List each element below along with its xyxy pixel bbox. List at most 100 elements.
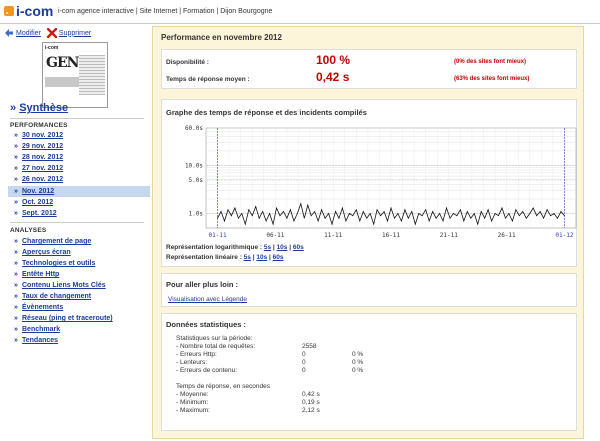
day-link[interactable]: 28 nov. 2012 <box>22 154 63 161</box>
data-point <box>355 209 357 211</box>
data-point <box>328 213 329 214</box>
analysis-item[interactable]: Technologies et outils <box>14 258 150 269</box>
month-link[interactable]: Nov. 2012 <box>22 188 54 195</box>
data-point <box>543 217 544 219</box>
data-point <box>238 217 239 219</box>
main-panel: Performance en novembre 2012 Disponibili… <box>152 26 584 439</box>
data-point <box>456 215 458 217</box>
analysis-item[interactable]: Contenu Liens Mots Clés <box>14 280 150 291</box>
month-item[interactable]: Oct. 2012 <box>14 197 150 208</box>
data-point <box>265 220 267 222</box>
data-point <box>505 217 506 219</box>
availability-label: Disponibilité : <box>166 59 209 66</box>
legend-visualisation-link[interactable]: Visualisation avec Légende <box>168 296 247 303</box>
data-point <box>383 211 385 212</box>
response-label: Temps de réponse moyen : <box>166 76 250 83</box>
data-point <box>279 215 281 217</box>
divider <box>10 118 144 119</box>
data-point <box>501 207 503 209</box>
analysis-link[interactable]: Réseau (ping et traceroute) <box>22 315 113 322</box>
data-point <box>494 213 496 214</box>
data-point <box>397 213 399 214</box>
day-link[interactable]: 27 nov. 2012 <box>22 165 63 172</box>
x-tick-label: 11-11 <box>324 232 342 239</box>
log-60s-link[interactable]: 60s <box>293 244 304 251</box>
log-5s-link[interactable]: 5s <box>264 244 271 251</box>
synthese-chevron-icon: » <box>10 102 20 114</box>
analysis-item[interactable]: Aperçus écran <box>14 247 150 258</box>
logo[interactable]: i-com <box>16 3 53 19</box>
data-point <box>342 207 343 209</box>
day-item[interactable]: 27 nov. 2012 <box>14 163 150 174</box>
day-item[interactable]: 29 nov. 2012 <box>14 141 150 152</box>
modify-button[interactable]: Modifier <box>4 28 41 38</box>
analysis-item[interactable]: Entête Http <box>14 269 150 280</box>
data-point <box>303 217 305 219</box>
data-point <box>373 223 375 225</box>
data-point <box>241 213 243 214</box>
x-tick-label: 16-11 <box>382 232 400 239</box>
data-point <box>248 209 250 211</box>
analysis-link[interactable]: Contenu Liens Mots Clés <box>22 282 106 289</box>
analysis-item[interactable]: Tendances <box>14 335 150 346</box>
log-representation: Représentation logarithmique : 5s | 10s … <box>166 244 304 251</box>
data-point <box>522 211 524 212</box>
month-item[interactable]: Nov. 2012 <box>8 186 150 197</box>
performances-title: PERFORMANCES <box>10 122 68 129</box>
day-link[interactable]: 29 nov. 2012 <box>22 143 63 150</box>
month-link[interactable]: Sept. 2012 <box>22 210 57 217</box>
analysis-link[interactable]: Chargement de page <box>22 238 91 245</box>
analysis-link[interactable]: Taux de changement <box>22 293 91 300</box>
site-actions: Modifier Supprimer <box>4 28 91 38</box>
analysis-link[interactable]: Aperçus écran <box>22 249 71 256</box>
data-point <box>369 213 371 214</box>
analysis-item[interactable]: Chargement de page <box>14 236 150 247</box>
data-point <box>546 209 548 211</box>
site-thumbnail[interactable]: i-com GENI <box>42 42 108 108</box>
data-point <box>362 211 364 212</box>
day-item[interactable]: 26 nov. 2012 <box>14 174 150 185</box>
data-point <box>296 213 298 214</box>
delete-button[interactable]: Supprimer <box>46 28 91 38</box>
analysis-item[interactable]: Évènements <box>14 302 150 313</box>
month-link[interactable]: Oct. 2012 <box>22 199 53 206</box>
graph-title: Graphe des temps de réponse et des incid… <box>166 108 367 117</box>
analysis-item[interactable]: Réseau (ping et traceroute) <box>14 313 150 324</box>
lin-5s-link[interactable]: 5s <box>244 254 251 261</box>
sidebar: Modifier Supprimer i-com GENI » Synthèse… <box>0 24 150 441</box>
data-point <box>310 215 312 217</box>
data-point <box>460 209 461 211</box>
data-point <box>290 209 291 211</box>
day-link[interactable]: 26 nov. 2012 <box>22 176 63 183</box>
analysis-link[interactable]: Entête Http <box>22 271 59 278</box>
further-title: Pour aller plus loin : <box>166 280 239 289</box>
modify-label: Modifier <box>16 29 41 37</box>
data-point <box>449 217 451 219</box>
month-item[interactable]: Sept. 2012 <box>14 208 150 219</box>
analysis-link[interactable]: Technologies et outils <box>22 260 95 267</box>
day-link[interactable]: 30 nov. 2012 <box>22 132 63 139</box>
lin-60s-link[interactable]: 60s <box>273 254 284 261</box>
log-10s-link[interactable]: 10s <box>277 244 288 251</box>
analysis-item[interactable]: Benchmark <box>14 324 150 335</box>
x-tick-label: 26-11 <box>498 232 516 239</box>
analysis-link[interactable]: Évènements <box>22 304 63 311</box>
data-point <box>463 220 465 222</box>
analyses-list: Chargement de page Aperçus écran Technolog… <box>14 236 150 346</box>
day-item[interactable]: 28 nov. 2012 <box>14 152 150 163</box>
data-point <box>498 215 499 217</box>
lin-10s-link[interactable]: 10s <box>256 254 267 261</box>
analysis-link[interactable]: Tendances <box>22 337 58 344</box>
data-point <box>349 213 350 214</box>
analysis-link[interactable]: Benchmark <box>22 326 60 333</box>
data-point <box>376 209 378 211</box>
analysis-item[interactable]: Taux de changement <box>14 291 150 302</box>
stats-title: Données statistiques : <box>166 320 247 329</box>
analyses-title: ANALYSES <box>10 227 47 234</box>
rss-icon[interactable] <box>4 6 14 16</box>
availability-value: 100 % <box>316 53 351 67</box>
data-point <box>244 223 246 225</box>
day-item[interactable]: 30 nov. 2012 <box>14 130 150 141</box>
response-value: 0,42 s <box>316 70 350 84</box>
synthese-link[interactable]: Synthèse <box>19 102 68 114</box>
